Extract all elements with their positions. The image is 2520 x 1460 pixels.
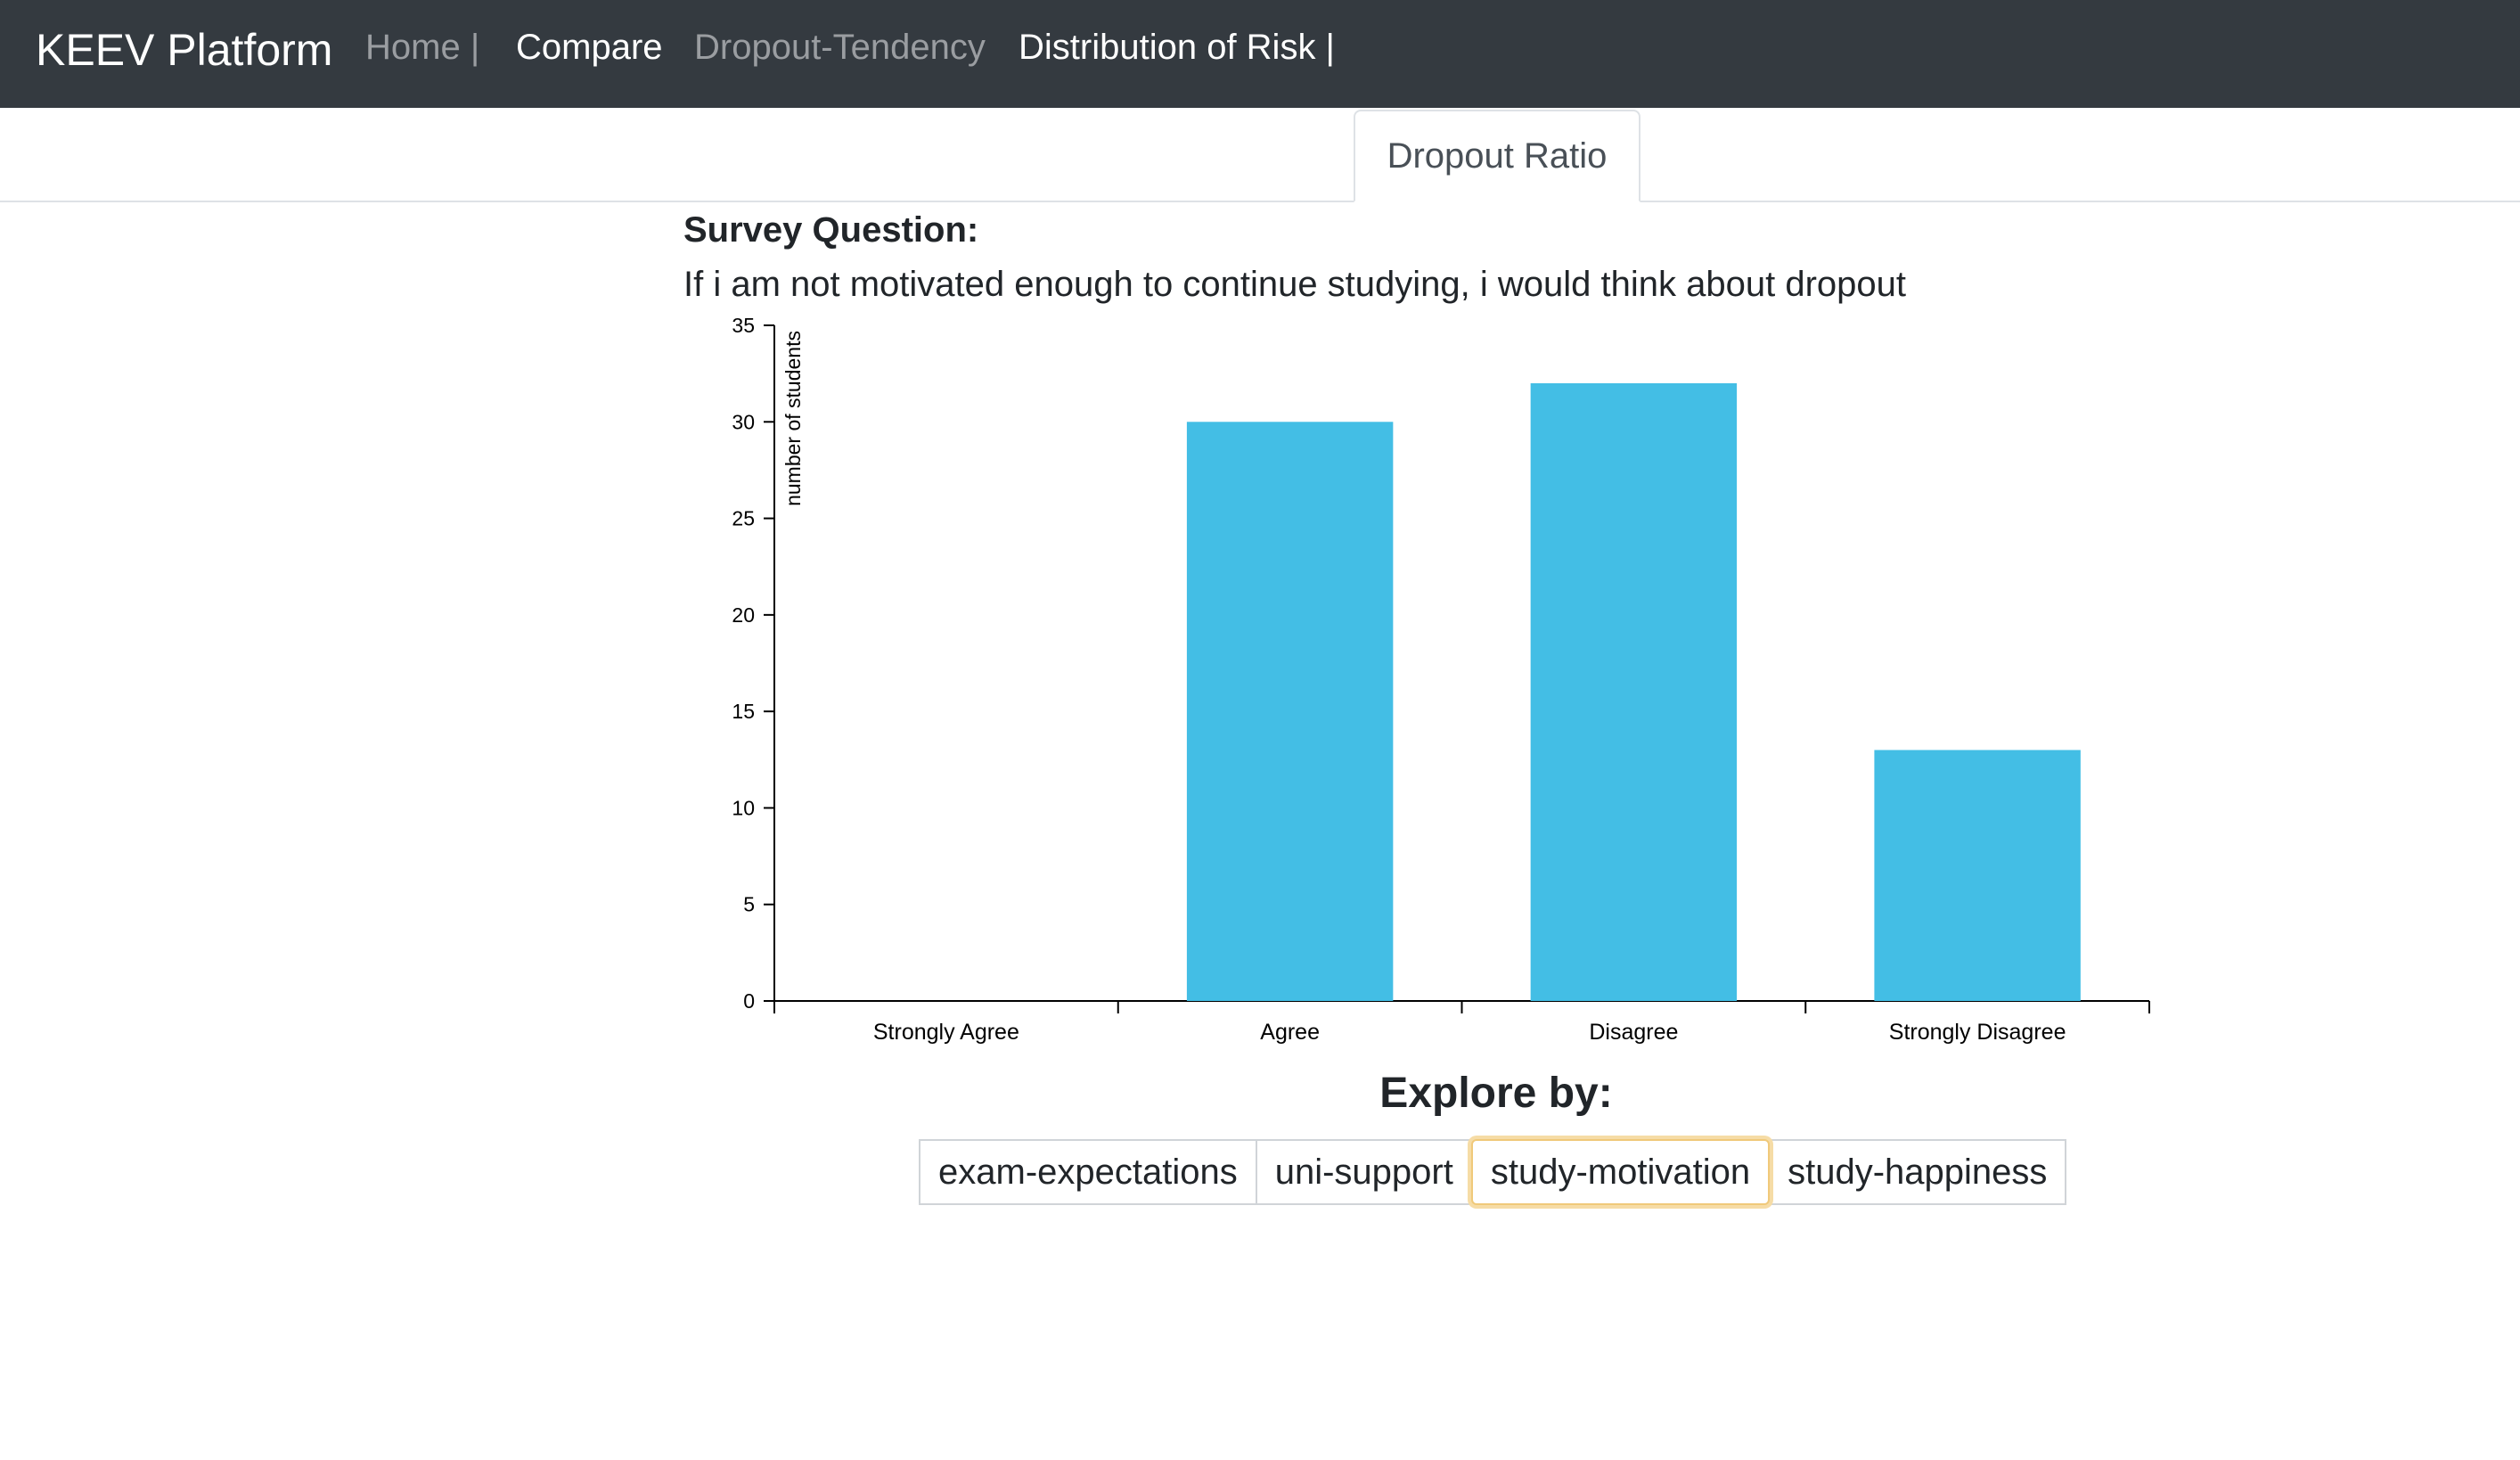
- y-tick-label: 25: [732, 507, 755, 530]
- brand-logo-text[interactable]: KEEV Platform: [36, 23, 332, 77]
- tab-dropout-ratio[interactable]: Dropout Ratio: [1354, 110, 1640, 202]
- top-navbar: KEEV Platform Home | Compare Dropout-Ten…: [0, 0, 2520, 108]
- x-tick-label: Disagree: [1589, 1020, 1678, 1045]
- x-tick-label: Strongly Disagree: [1889, 1020, 2066, 1045]
- survey-question-text: If i am not motivated enough to continue…: [683, 265, 1906, 304]
- survey-question-heading: Survey Question:: [683, 210, 979, 250]
- nav-link-distribution-of-risk[interactable]: Distribution of Risk |: [1019, 25, 1335, 70]
- explore-study-motivation-button[interactable]: study-motivation: [1470, 1139, 1771, 1205]
- tab-bar: Dropout Ratio: [0, 108, 2520, 202]
- nav-link-compare[interactable]: Compare: [516, 25, 663, 70]
- explore-uni-support-button[interactable]: uni-support: [1255, 1139, 1473, 1205]
- x-tick-label: Strongly Agree: [873, 1020, 1019, 1045]
- nav-link-dropout-tendency[interactable]: Dropout-Tendency: [694, 25, 986, 70]
- nav-link-home[interactable]: Home |: [365, 25, 479, 70]
- y-tick-label: 0: [743, 989, 755, 1013]
- x-tick-label: Agree: [1260, 1020, 1320, 1045]
- bar: [1186, 422, 1394, 1001]
- explore-study-happiness-button[interactable]: study-happiness: [1768, 1139, 2067, 1205]
- explore-by-label: Explore by:: [1379, 1070, 1613, 1117]
- y-tick-label: 10: [732, 796, 755, 819]
- explore-button-group: exam-expectations uni-support study-moti…: [919, 1139, 2067, 1205]
- bar-chart: 0 5 10 15 20 25 30 35 Strongly Agree Agree Disagre…: [732, 314, 2150, 1045]
- y-tick-label: 15: [732, 700, 755, 723]
- bar: [1874, 750, 2081, 1001]
- explore-exam-expectations-button[interactable]: exam-expectations: [919, 1139, 1257, 1205]
- y-tick-label: 35: [732, 314, 755, 337]
- y-tick-label: 20: [732, 603, 755, 627]
- y-tick-label: 30: [732, 410, 755, 433]
- y-axis-label: number of students: [781, 331, 805, 506]
- y-tick-label: 5: [743, 893, 755, 916]
- bar: [1530, 382, 1738, 1001]
